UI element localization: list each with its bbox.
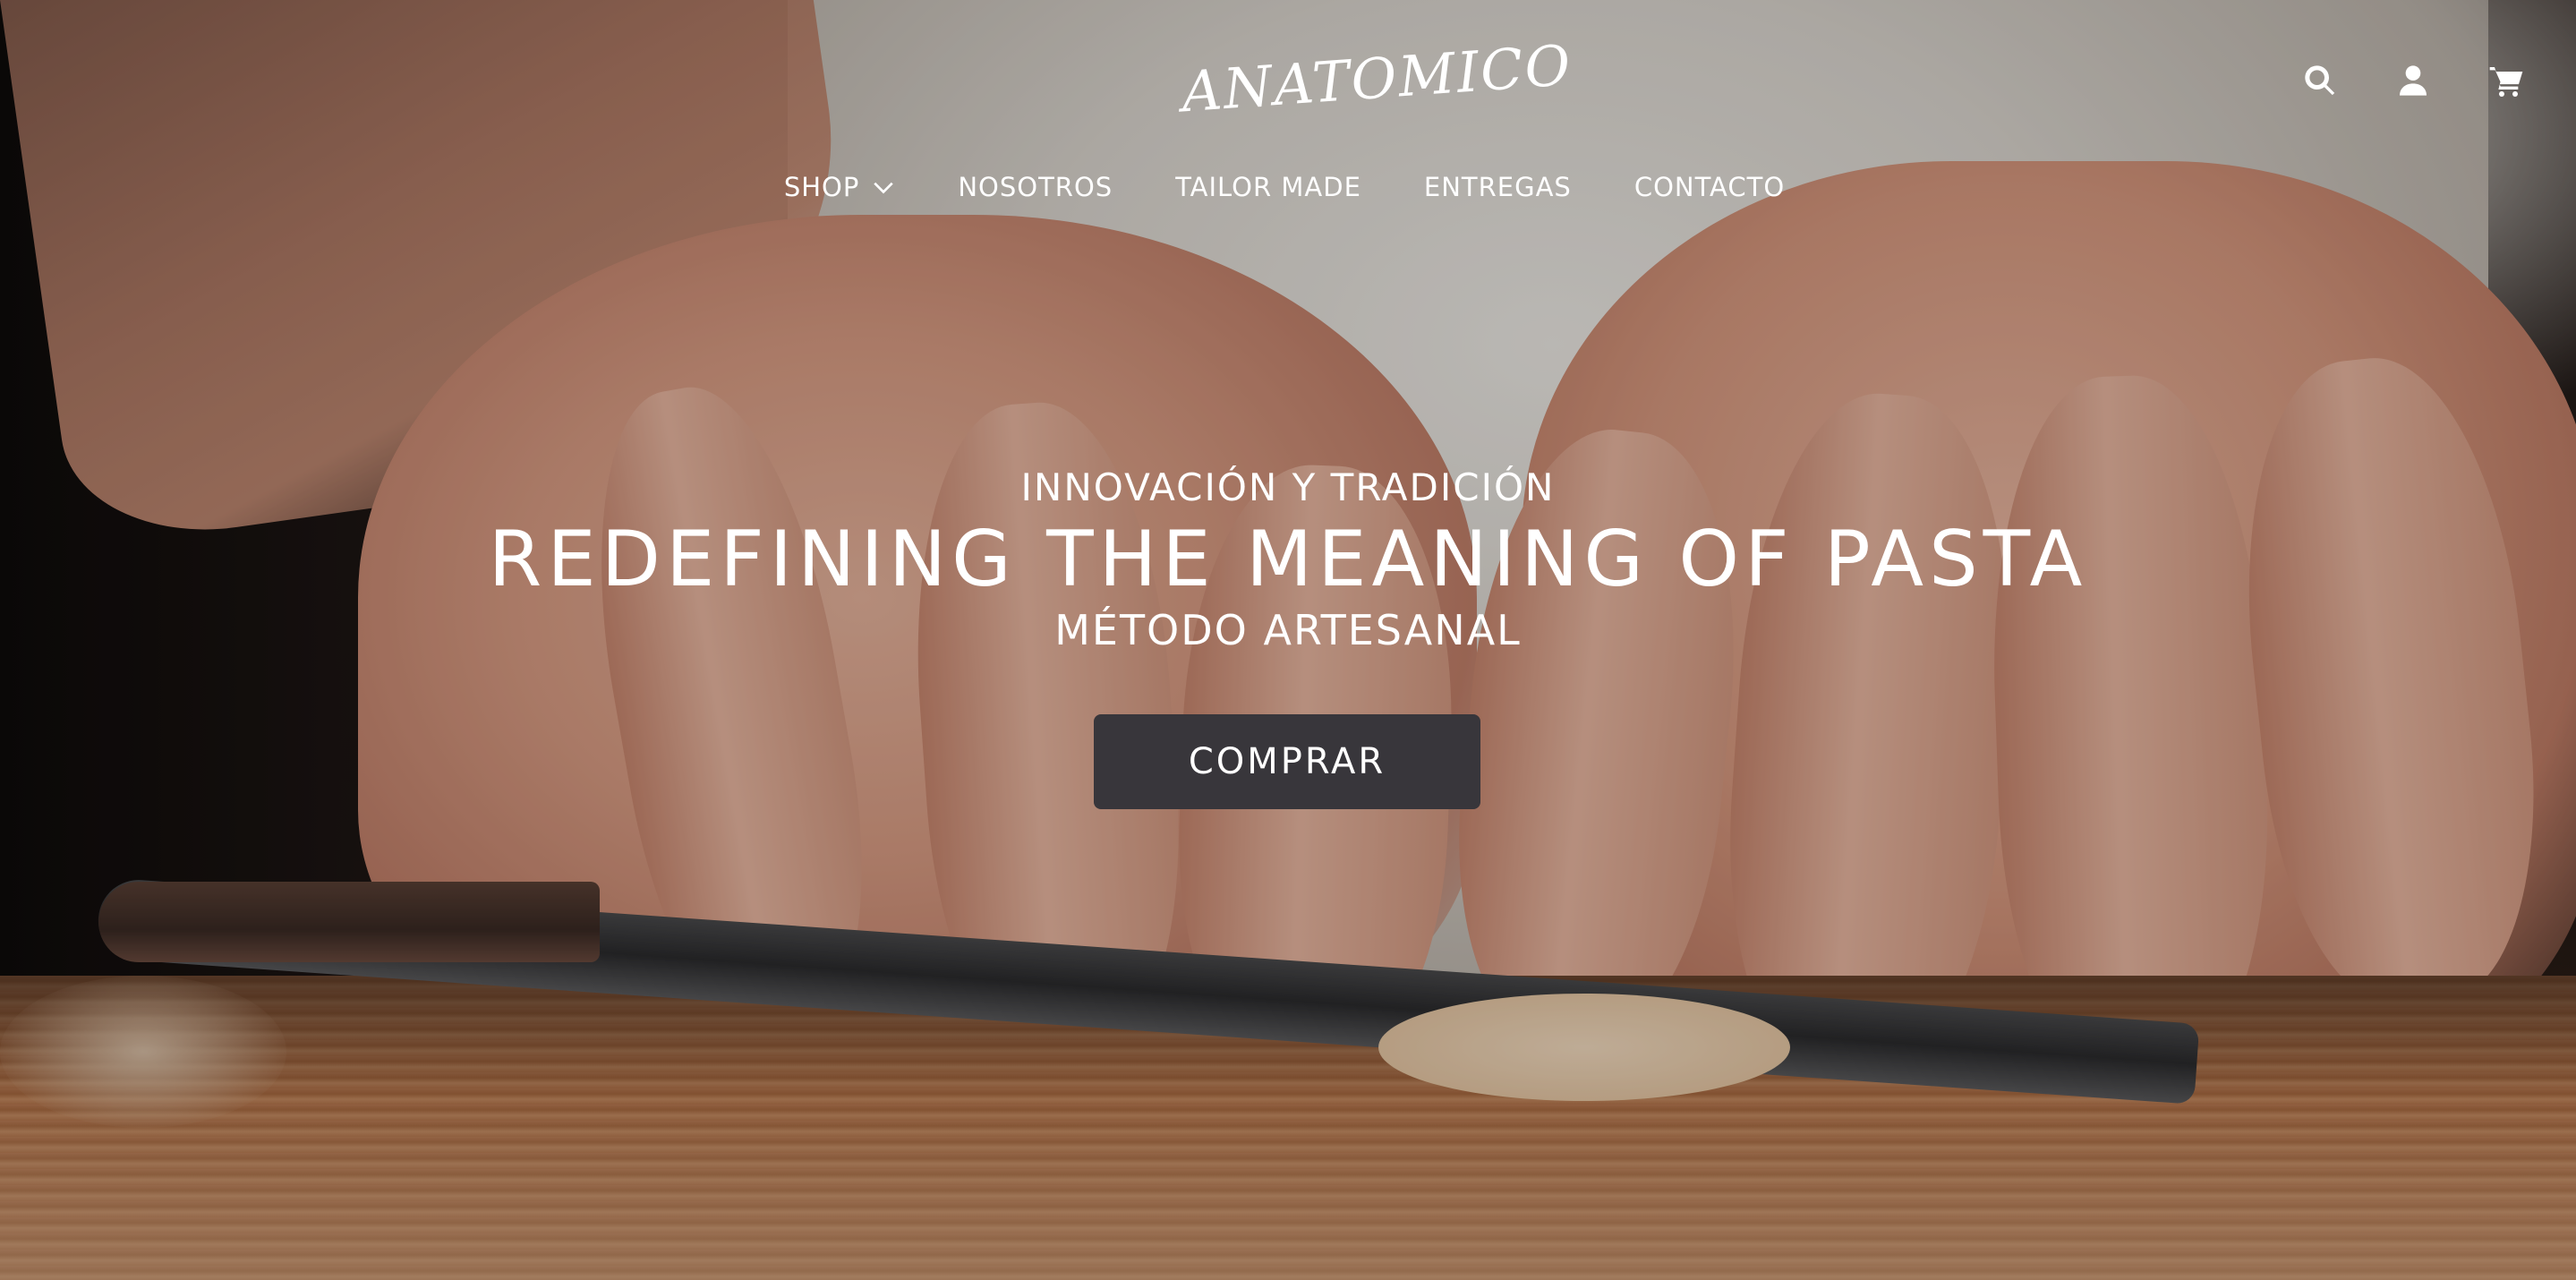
hero-subheadline: MÉTODO ARTESANAL xyxy=(1054,606,1522,654)
comprar-button[interactable]: COMPRAR xyxy=(1094,714,1480,809)
nav-item-label: SHOP xyxy=(783,172,860,202)
nav-item-label: ENTREGAS xyxy=(1423,172,1572,202)
search-icon[interactable] xyxy=(2300,61,2340,100)
hero-kicker: INNOVACIÓN Y TRADICIÓN xyxy=(1020,465,1556,509)
brand-logo[interactable]: ANATOMICO xyxy=(1179,32,1574,133)
cart-icon[interactable] xyxy=(2486,61,2526,100)
hero-headline: REDEFINING THE MEANING OF PASTA xyxy=(488,515,2088,604)
nav-item-label: TAILOR MADE xyxy=(1175,172,1361,202)
nav-item-label: CONTACTO xyxy=(1633,172,1786,202)
nav-item-entregas[interactable]: ENTREGAS xyxy=(1424,172,1572,202)
hero-section: ANATOMICO SHOP NOSOTROS TAILOR MADE ENTR… xyxy=(0,0,2576,1280)
nav-item-nosotros[interactable]: NOSOTROS xyxy=(958,172,1113,202)
nav-item-contacto[interactable]: CONTACTO xyxy=(1634,172,1785,202)
main-nav: SHOP NOSOTROS TAILOR MADE ENTREGAS CONTA… xyxy=(0,172,2572,202)
header-icons xyxy=(2300,61,2526,100)
nav-item-shop[interactable]: SHOP xyxy=(784,172,896,202)
nav-item-tailor-made[interactable]: TAILOR MADE xyxy=(1175,172,1361,202)
user-icon[interactable] xyxy=(2393,61,2433,100)
nav-item-label: NOSOTROS xyxy=(958,172,1113,202)
hero-text: INNOVACIÓN Y TRADICIÓN REDEFINING THE ME… xyxy=(0,465,2576,654)
chevron-down-icon xyxy=(874,182,894,194)
